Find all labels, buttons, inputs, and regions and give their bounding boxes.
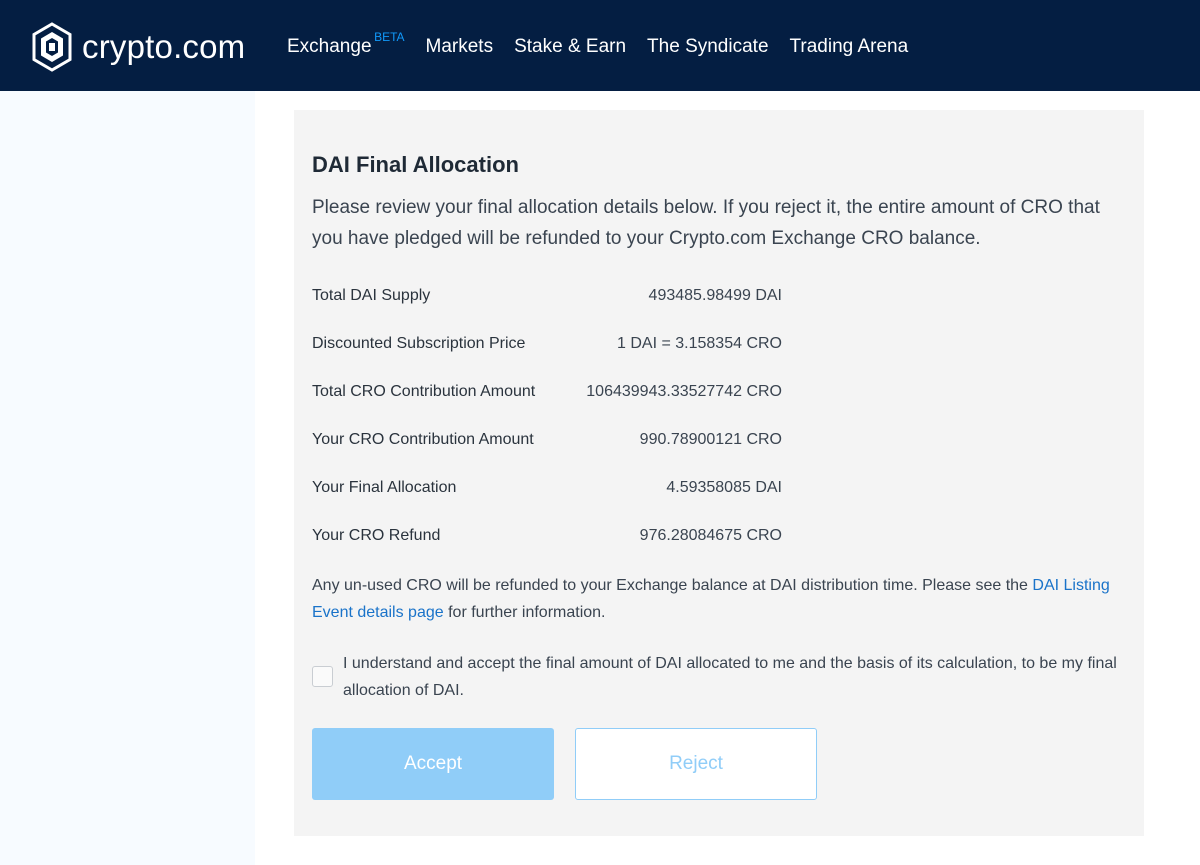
detail-label: Total DAI Supply xyxy=(312,287,431,304)
detail-label: Your CRO Contribution Amount xyxy=(312,431,534,448)
detail-value: 493485.98499 DAI xyxy=(648,287,782,304)
detail-label: Total CRO Contribution Amount xyxy=(312,383,536,400)
nav-the-syndicate[interactable]: The Syndicate xyxy=(647,36,768,58)
note-text-end: for further information. xyxy=(443,604,606,621)
top-navbar: crypto.com Exchange BETA Markets Stake &… xyxy=(0,0,1200,91)
nav-trading-arena[interactable]: Trading Arena xyxy=(790,36,909,58)
detail-value: 106439943.33527742 CRO xyxy=(586,383,782,400)
card-description: Please review your final allocation deta… xyxy=(312,197,1100,249)
allocation-details: Total DAI Supply 493485.98499 DAI Discou… xyxy=(312,284,782,572)
detail-row: Total CRO Contribution Amount 106439943.… xyxy=(312,380,782,428)
refund-note: Any un-used CRO will be refunded to your… xyxy=(312,572,1132,626)
detail-value: 990.78900121 CRO xyxy=(639,431,782,448)
detail-label: Your CRO Refund xyxy=(312,527,441,544)
detail-value: 1 DAI = 3.158354 CRO xyxy=(617,335,782,352)
beta-badge: BETA xyxy=(374,30,405,44)
detail-value: 976.28084675 CRO xyxy=(639,527,782,544)
allocation-card: DAI Final Allocation Please review your … xyxy=(294,110,1144,836)
detail-row: Your Final Allocation 4.59358085 DAI xyxy=(312,476,782,524)
main-nav: Exchange BETA Markets Stake & Earn The S… xyxy=(287,30,929,58)
logo-text: crypto.com xyxy=(82,28,246,65)
nav-stake-earn[interactable]: Stake & Earn xyxy=(514,36,626,58)
accept-terms-checkbox[interactable] xyxy=(312,666,333,687)
nav-markets[interactable]: Markets xyxy=(426,36,494,58)
detail-row: Your CRO Refund 976.28084675 CRO xyxy=(312,524,782,572)
reject-button[interactable]: Reject xyxy=(575,728,817,800)
nav-exchange-label: Exchange xyxy=(287,36,372,57)
note-text: Any un-used CRO will be refunded to your… xyxy=(312,577,1033,594)
accept-terms-label: I understand and accept the final amount… xyxy=(343,655,1117,699)
accept-button[interactable]: Accept xyxy=(312,728,554,800)
detail-row: Your CRO Contribution Amount 990.7890012… xyxy=(312,428,782,476)
detail-row: Total DAI Supply 493485.98499 DAI xyxy=(312,284,782,332)
card-title: DAI Final Allocation xyxy=(312,152,519,177)
detail-label: Discounted Subscription Price xyxy=(312,335,526,352)
nav-exchange[interactable]: Exchange BETA xyxy=(287,30,405,58)
left-panel xyxy=(0,91,255,865)
detail-label: Your Final Allocation xyxy=(312,479,457,496)
detail-value: 4.59358085 DAI xyxy=(666,479,782,496)
crypto-com-logo[interactable]: crypto.com xyxy=(32,22,245,72)
crypto-com-logo-icon xyxy=(32,22,72,72)
detail-row: Discounted Subscription Price 1 DAI = 3.… xyxy=(312,332,782,380)
